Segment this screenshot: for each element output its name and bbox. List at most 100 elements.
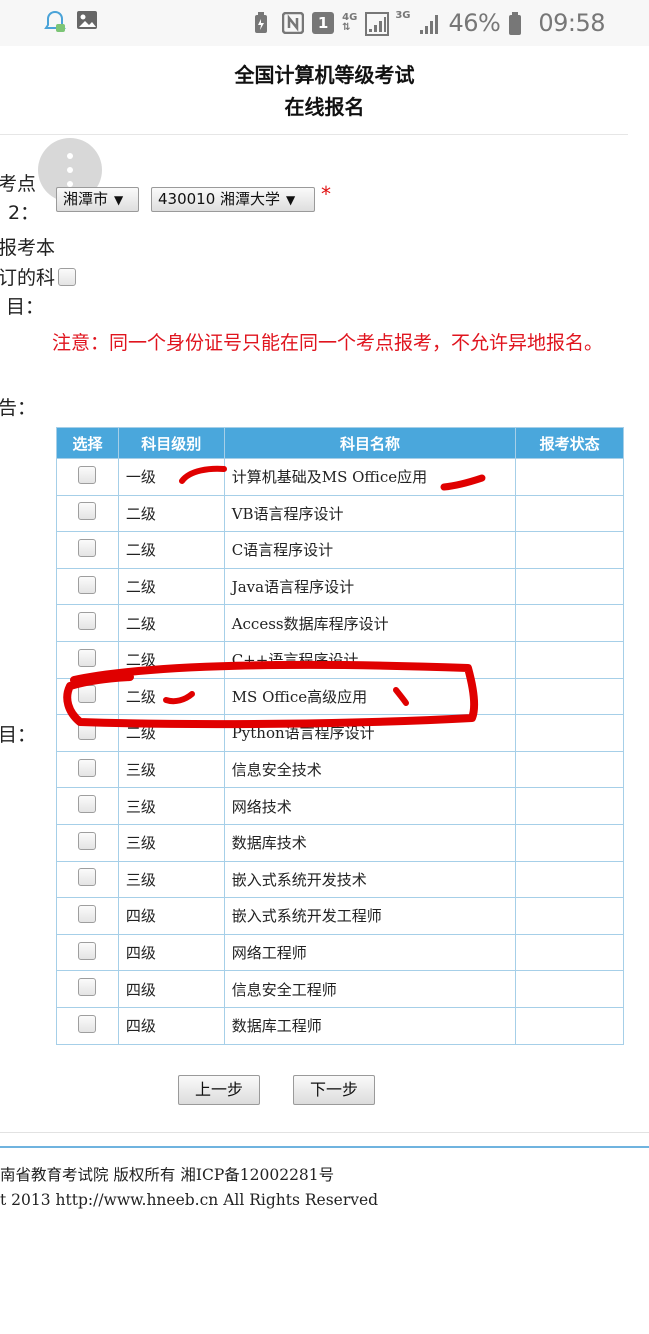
row-subject: 数据库工程师 [223,1006,517,1045]
header-status: 报考状态 [515,427,624,459]
row-checkbox[interactable] [78,868,97,887]
row-status [515,458,624,496]
row-level: 四级 [117,970,225,1008]
prev-step-button[interactable]: 上一步 [178,1075,260,1105]
page-title: 全国计算机等级考试 [234,63,415,87]
row-checkbox[interactable] [78,1014,97,1033]
table-row: 四级 数据库工程师 [56,1006,624,1045]
row-status [515,1006,624,1045]
table-row: 二级 C语言程序设计 [56,531,624,569]
row-subject: 计算机基础及MS Office应用 [223,458,517,496]
table-row: 二级 C++语言程序设计 [56,640,624,679]
row-checkbox[interactable] [78,721,97,740]
row-checkbox[interactable] [78,758,97,777]
status-bar: 1 4G ⇅ 3G 46% 09:58 [0,0,649,46]
row-subject: MS Office高级应用 [223,677,517,716]
sim-icon: 1 [312,12,335,34]
table-row: 四级 信息安全工程师 [56,970,624,1008]
battery-icon [508,12,530,35]
table-row: 二级 MS Office高级应用 [56,677,624,716]
footer-rights: t 2013 http://www.hneeb.cn All Rights Re… [0,1191,379,1209]
row-level: 二级 [117,677,225,716]
confirm-label-end: 目： [6,296,45,318]
next-step-button[interactable]: 下一步 [293,1075,375,1105]
row-status [515,750,624,789]
row-subject: VB语言程序设计 [223,494,517,533]
subjects-table: 选择 科目级别 科目名称 报考状态 一级 计算机基础及MS Office应用 二级… [56,427,624,1045]
exam-site-label-cont: 2： [8,202,40,224]
row-level: 三级 [117,787,225,825]
row-subject: Java语言程序设计 [223,567,517,606]
dropdown-arrow-icon: ▼ [286,193,296,207]
row-level: 二级 [117,640,225,679]
row-checkbox[interactable] [78,831,97,850]
battery-saver-icon [252,12,274,34]
table-header-row: 选择 科目级别 科目名称 报考状态 [56,427,624,459]
row-level: 三级 [117,823,225,862]
dropdown-arrow-icon: ▼ [114,193,124,207]
confirm-checkbox[interactable] [58,268,76,286]
nfc-icon [281,11,305,35]
notification-bell-icon [44,10,66,32]
row-checkbox[interactable] [78,941,97,960]
image-icon [76,10,98,32]
row-checkbox[interactable] [78,612,97,631]
row-level: 二级 [117,604,225,642]
exam-site-select[interactable]: 430010 湘潭大学 ▼ [151,187,315,212]
table-row: 三级 数据库技术 [56,823,624,862]
row-subject: C语言程序设计 [223,531,517,569]
row-checkbox[interactable] [78,685,97,704]
signal-icon [365,12,390,36]
row-level: 三级 [117,860,225,899]
page-subtitle: 在线报名 [284,95,365,119]
row-status [515,860,624,899]
table-row: 三级 信息安全技术 [56,750,624,789]
table-row: 四级 网络工程师 [56,933,624,972]
row-subject: 网络技术 [223,787,517,825]
table-row: 三级 网络技术 [56,787,624,825]
table-row: 一级 计算机基础及MS Office应用 [56,458,624,496]
row-level: 四级 [117,933,225,972]
signal-icon [418,12,440,34]
row-checkbox[interactable] [78,502,97,521]
row-status [515,714,624,752]
clock: 09:58 [538,9,605,37]
network-type-2: 3G [395,10,411,21]
row-checkbox[interactable] [78,978,97,997]
city-select[interactable]: 湘潭市 ▼ [56,187,139,212]
row-status [515,640,624,679]
row-status [515,677,624,716]
battery-percent: 46% [448,9,501,37]
row-status [515,787,624,825]
table-row: 二级 Access数据库程序设计 [56,604,624,642]
row-status [515,970,624,1008]
row-level: 二级 [117,494,225,533]
footer-divider [0,1146,649,1148]
page-header: 全国计算机等级考试 在线报名 [0,60,649,124]
row-subject: 数据库技术 [223,823,517,862]
exam-site-label: 考点 [0,173,37,195]
row-level: 四级 [117,1006,225,1045]
row-status [515,933,624,972]
row-checkbox[interactable] [78,904,97,923]
row-checkbox[interactable] [78,465,97,484]
row-subject: 信息安全技术 [223,750,517,789]
table-row: 二级 Python语言程序设计 [56,714,624,752]
notice-label: 告： [0,397,37,419]
row-checkbox[interactable] [78,538,97,557]
footer-copyright: 南省教育考试院 版权所有 湘ICP备12002281号 [0,1166,335,1184]
row-checkbox[interactable] [78,795,97,814]
subjects-label: 目： [0,724,37,746]
row-status [515,823,624,862]
row-level: 四级 [117,897,225,935]
row-subject: C++语言程序设计 [223,640,517,679]
row-status [515,604,624,642]
table-row: 四级 嵌入式系统开发工程师 [56,897,624,935]
network-type-1: 4G ⇅ [342,12,358,33]
header-name: 科目名称 [223,427,517,459]
row-subject: Access数据库程序设计 [223,604,517,642]
row-checkbox[interactable] [78,575,97,594]
table-row: 二级 VB语言程序设计 [56,494,624,533]
row-subject: 网络工程师 [223,933,517,972]
row-checkbox[interactable] [78,648,97,667]
